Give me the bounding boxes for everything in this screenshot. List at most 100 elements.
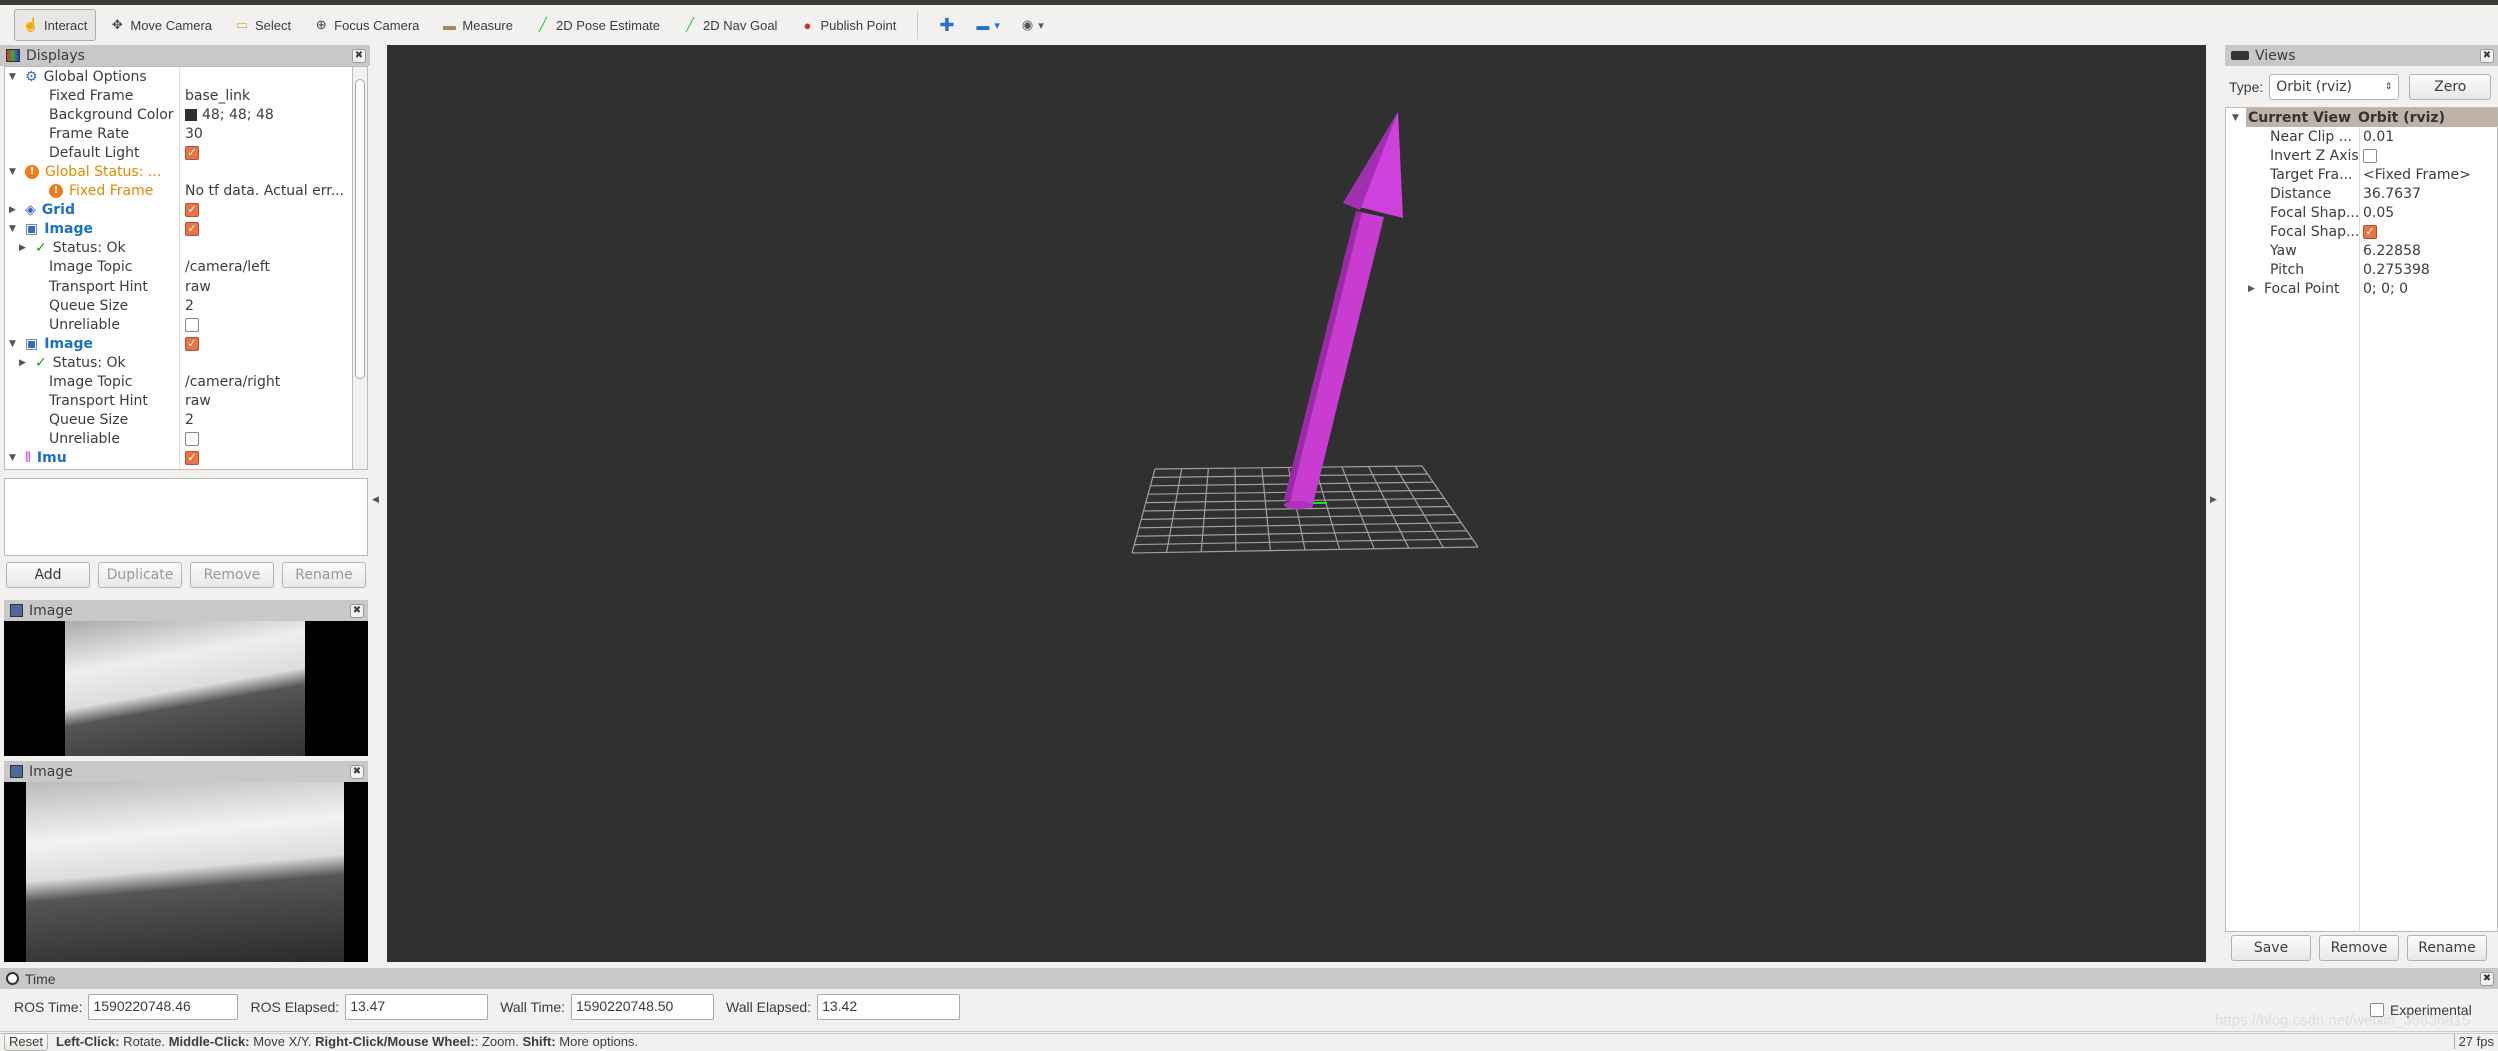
display-row[interactable]: Default Light ✓ xyxy=(5,143,352,162)
checkbox[interactable] xyxy=(185,432,199,447)
rename-view-button[interactable]: Rename xyxy=(2407,935,2487,961)
reset-button[interactable]: Reset xyxy=(4,1032,48,1051)
remove-button[interactable]: Remove xyxy=(190,562,274,588)
add-button[interactable]: Add xyxy=(6,562,90,588)
tool-2d-pose-estimate[interactable]: ╱ 2D Pose Estimate xyxy=(526,9,669,41)
close-icon[interactable]: ✖ xyxy=(350,764,364,779)
wall-time-field[interactable]: 1590220748.50 xyxy=(571,994,715,1020)
current-view-row[interactable]: ▼ Current View Orbit (rviz) xyxy=(2232,108,2497,128)
property-name: Frame Rate xyxy=(49,125,130,142)
display-row[interactable]: Image Topic/camera/left xyxy=(5,258,352,277)
zero-button[interactable]: Zero xyxy=(2409,74,2492,100)
display-row[interactable]: Unreliable xyxy=(5,315,352,334)
checkbox[interactable]: ✓ xyxy=(185,336,199,351)
3d-render-view[interactable] xyxy=(387,45,2206,962)
wall-elapsed-field[interactable]: 13.42 xyxy=(817,994,961,1020)
expand-arrow-icon[interactable]: ▼ xyxy=(2232,113,2242,123)
view-property-row[interactable]: Near Clip ... 0.01 xyxy=(2226,127,2497,146)
checkbox[interactable]: ✓ xyxy=(185,145,199,160)
checkbox[interactable]: ✓ xyxy=(2363,225,2377,240)
display-row[interactable]: ▶ ◈ Grid ✓ xyxy=(5,201,352,220)
view-property-row[interactable]: Pitch 0.275398 xyxy=(2226,261,2497,280)
view-property-row[interactable]: Focal Shap... ✓ xyxy=(2226,223,2497,242)
property-name: Fixed Frame xyxy=(49,87,134,104)
display-row[interactable]: Transport Hint raw xyxy=(5,392,352,411)
property-name: Imu xyxy=(36,450,67,467)
duplicate-button[interactable]: Duplicate xyxy=(98,562,182,588)
expand-arrow-icon[interactable]: ▼ xyxy=(9,339,19,349)
image-panel-header: Image ✖ xyxy=(4,761,368,782)
property-value: base_link xyxy=(185,87,251,104)
view-property-row[interactable]: Focal Shap... 0.05 xyxy=(2226,203,2497,222)
property-value: 48; 48; 48 xyxy=(202,106,274,123)
wall-time-label: Wall Time: xyxy=(500,999,566,1015)
close-icon[interactable]: ✖ xyxy=(2480,48,2494,63)
display-row[interactable]: Fixed Frame base_link xyxy=(5,86,352,105)
checkbox[interactable]: ✓ xyxy=(185,222,199,237)
display-row[interactable]: ▶ ✓ Status: Ok xyxy=(5,353,352,372)
collapse-left-handle[interactable]: ◀ xyxy=(372,495,379,505)
checkbox[interactable]: ✓ xyxy=(185,451,199,466)
help-text: Left-Click: Rotate. Middle-Click: Move X… xyxy=(56,1034,639,1049)
display-row[interactable]: Transport Hint raw xyxy=(5,277,352,296)
remove-tool-icon[interactable]: ▬ ▾ xyxy=(967,9,1008,41)
view-property-row[interactable]: ▶ Focal Point 0; 0; 0 xyxy=(2226,280,2497,299)
expand-arrow-icon[interactable]: ▶ xyxy=(19,243,29,253)
view-property-row[interactable]: Target Fra... <Fixed Frame> xyxy=(2226,165,2497,184)
tool-move-camera[interactable]: ✥ Move Camera xyxy=(100,9,221,41)
eye-icon[interactable]: ◉ ▾ xyxy=(1013,9,1053,41)
view-property-row[interactable]: Distance 36.7637 xyxy=(2226,184,2497,203)
tool-measure[interactable]: ▬ Measure xyxy=(432,9,522,41)
display-row[interactable]: ▶ ✓ Status: Ok xyxy=(5,239,352,258)
views-tree[interactable]: ▼ Current View Orbit (rviz) Near Clip ... 0.… xyxy=(2225,107,2498,932)
add-tool-icon[interactable]: ✚ xyxy=(930,9,963,41)
color-swatch[interactable] xyxy=(185,108,197,121)
rename-button[interactable]: Rename xyxy=(282,562,366,588)
tool-publish-point[interactable]: ● Publish Point xyxy=(790,9,905,41)
save-view-button[interactable]: Save xyxy=(2231,935,2311,961)
view-property-row[interactable]: Yaw 6.22858 xyxy=(2226,242,2497,261)
display-row[interactable]: Image Topic/camera/right xyxy=(5,373,352,392)
tool-label: Focus Camera xyxy=(334,17,420,33)
display-row[interactable]: ▼! Global Status: ... xyxy=(5,162,352,181)
checkbox[interactable]: ✓ xyxy=(185,203,199,218)
view-property-row[interactable]: Invert Z Axis xyxy=(2226,146,2497,165)
tool-interact[interactable]: ☝ Interact xyxy=(14,9,97,41)
tool-focus-camera[interactable]: ⊕ Focus Camera xyxy=(304,9,428,41)
expand-arrow-icon[interactable]: ▶ xyxy=(2248,284,2258,294)
image-panel-left: Image ✖ xyxy=(4,600,368,756)
expand-arrow-icon[interactable]: ▶ xyxy=(19,358,29,368)
close-icon[interactable]: ✖ xyxy=(2480,971,2494,986)
display-row[interactable]: Frame Rate 30 xyxy=(5,124,352,143)
displays-scrollbar[interactable] xyxy=(352,66,368,470)
expand-arrow-icon[interactable]: ▶ xyxy=(9,205,19,215)
close-icon[interactable]: ✖ xyxy=(352,48,366,63)
expand-arrow-icon[interactable]: ▼ xyxy=(9,224,19,234)
tool-select[interactable]: ▭ Select xyxy=(225,9,300,41)
tool-2d-nav-goal[interactable]: ╱ 2D Nav Goal xyxy=(673,9,786,41)
display-row[interactable]: Unreliable xyxy=(5,430,352,449)
close-icon[interactable]: ✖ xyxy=(350,603,364,618)
display-row[interactable]: ▼ ▣ Image ✓ xyxy=(5,334,352,353)
expand-arrow-icon[interactable]: ▼ xyxy=(9,453,19,463)
checkbox[interactable] xyxy=(185,317,199,332)
display-row[interactable]: ▼ ⚙ Global Options xyxy=(5,67,352,86)
checkbox[interactable] xyxy=(2363,148,2377,163)
display-row[interactable]: Queue Size 2 xyxy=(5,296,352,315)
property-name: Grid xyxy=(41,202,75,219)
display-row[interactable]: Background Color 48; 48; 48 xyxy=(5,105,352,124)
displays-tree[interactable]: ▼ ⚙ Global Options Fixed Frame base_link Back… xyxy=(4,66,352,470)
ros-elapsed-field[interactable]: 13.47 xyxy=(345,994,489,1020)
displays-header: Displays ✖ xyxy=(0,45,370,66)
display-row[interactable]: ! Fixed Frame No tf data. Actual err... xyxy=(5,182,352,201)
display-row[interactable]: Queue Size 2 xyxy=(5,411,352,430)
display-row[interactable]: ▼ ▣ Image ✓ xyxy=(5,220,352,239)
display-row[interactable]: ▼ ⫴ Imu ✓ xyxy=(5,449,352,468)
property-name: Queue Size xyxy=(49,297,129,314)
ros-time-field[interactable]: 1590220748.46 xyxy=(88,994,239,1020)
view-type-select[interactable]: Orbit (rviz) ⇕ xyxy=(2269,74,2400,100)
expand-arrow-icon[interactable]: ▼ xyxy=(9,72,19,82)
collapse-right-handle[interactable]: ▶ xyxy=(2210,495,2217,505)
remove-view-button[interactable]: Remove xyxy=(2319,935,2399,961)
expand-arrow-icon[interactable]: ▼ xyxy=(9,167,19,177)
